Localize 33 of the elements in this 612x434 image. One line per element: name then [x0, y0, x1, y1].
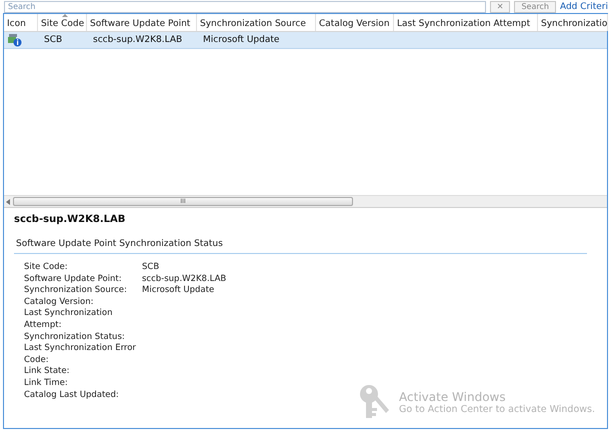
table-cell-text: sccb-sup.W2K8.LAB — [92, 35, 184, 45]
field-label: Link State: — [24, 366, 70, 378]
column-header[interactable]: Synchronizatio — [538, 14, 608, 31]
field-label: Synchronization Source: — [24, 285, 128, 297]
search-field[interactable]: Search — [4, 0, 486, 12]
column-header[interactable]: Catalog Version — [316, 14, 394, 31]
table-cell-text: SCB — [43, 35, 64, 45]
field-value: sccb-sup.W2K8.LAB — [142, 274, 228, 286]
field-label: Last Synchronization Error Code: — [24, 343, 137, 366]
column-header[interactable]: Last Synchronization Attempt — [394, 14, 538, 31]
field-label: Last Synchronization Attempt: — [24, 308, 114, 332]
add-criteria-link[interactable]: Add Criteri — [560, 2, 608, 12]
column-header[interactable]: Synchronization Source — [197, 14, 316, 31]
activation-message: Go to Action Center to activate Windows. — [399, 404, 595, 414]
column-header[interactable]: Icon — [4, 14, 38, 31]
column-header[interactable]: Site Code — [38, 14, 87, 31]
field-value: SCB — [142, 262, 160, 274]
activation-title: Activate Windows — [399, 390, 507, 404]
table-cell-text: Microsoft Update — [202, 35, 280, 45]
field-label: Synchronization Status: — [24, 332, 126, 344]
details-title: sccb-sup.W2K8.LAB — [14, 214, 126, 225]
section-heading: Software Update Point Synchronization Status — [14, 239, 587, 254]
field-label: Link Time: — [24, 378, 69, 390]
column-header[interactable]: Software Update Point — [87, 14, 197, 31]
field-label: Software Update Point: — [24, 274, 123, 286]
server-info-icon — [8, 34, 22, 46]
field-value: Microsoft Update — [142, 285, 216, 297]
sort-arrow-icon — [62, 14, 68, 17]
field-label: Catalog Version: — [24, 296, 94, 308]
scroll-left-icon[interactable] — [6, 198, 10, 204]
table-row[interactable]: SCB sccb-sup.W2K8.LAB Microsoft Update — [4, 32, 607, 49]
field-label: Catalog Last Updated: — [24, 390, 120, 402]
field-label: Site Code: — [24, 262, 69, 274]
